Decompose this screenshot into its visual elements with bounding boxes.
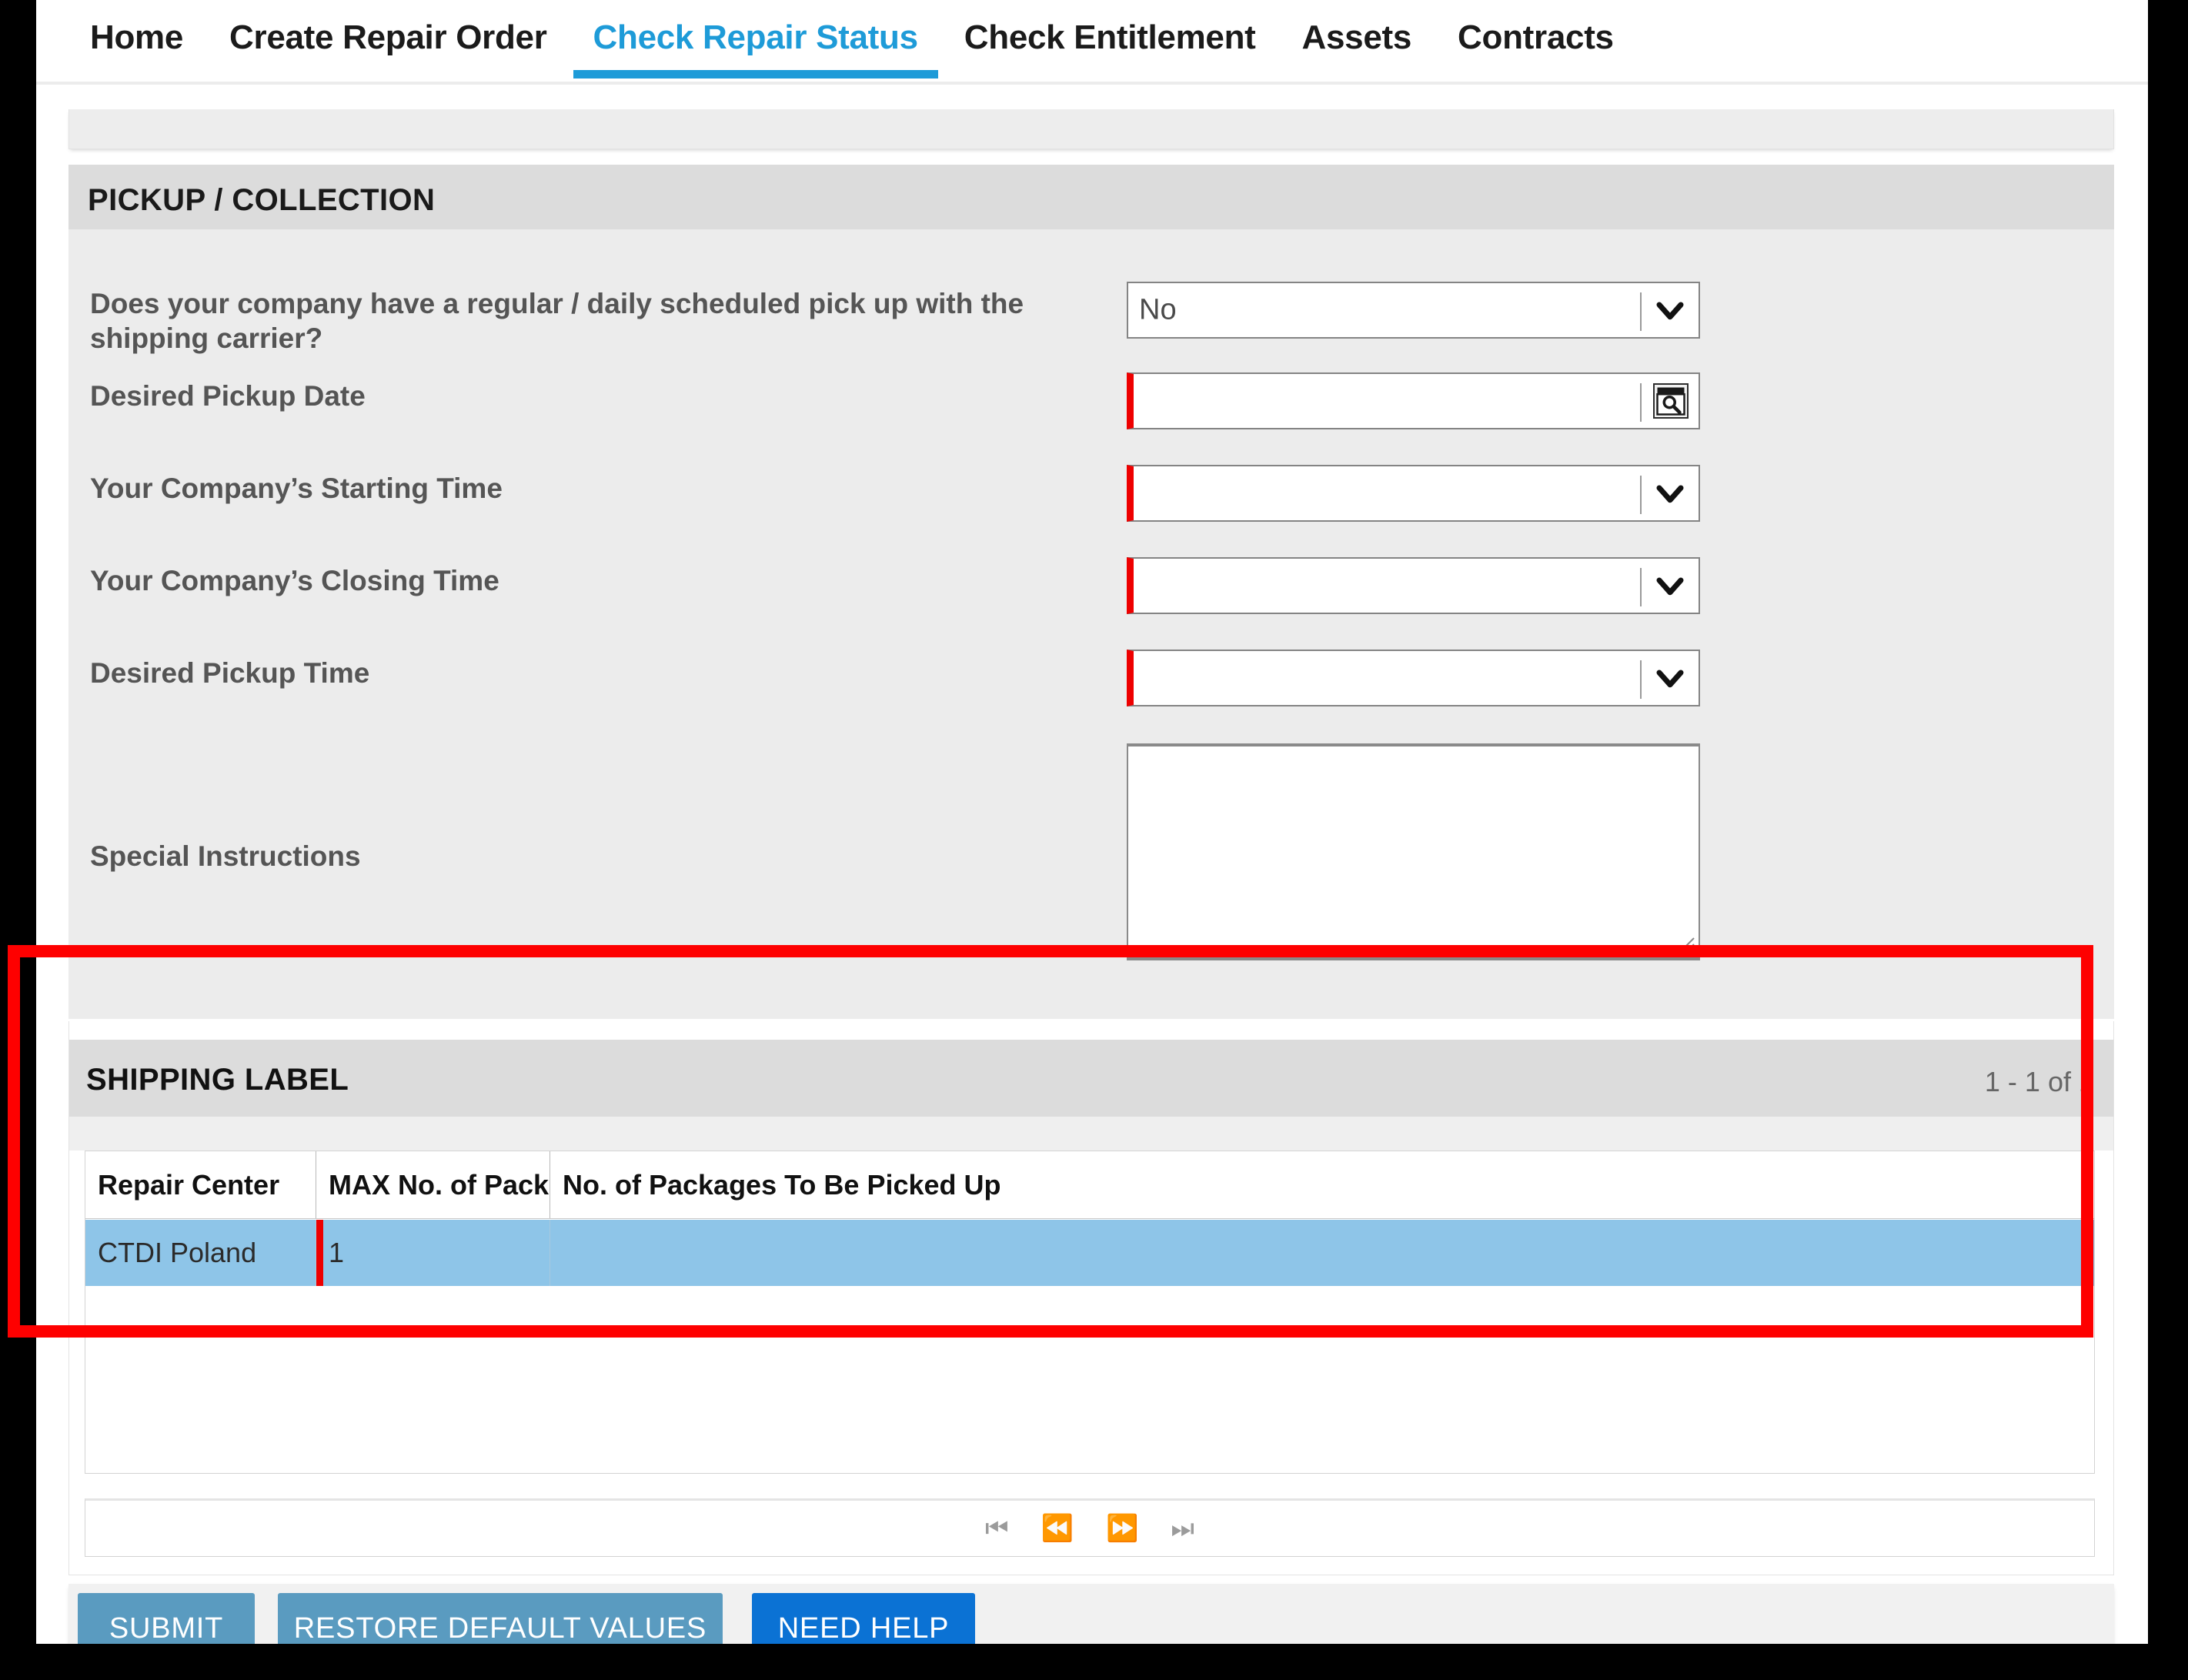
need-help-button[interactable]: NEED HELP (752, 1593, 975, 1644)
nav-tab-create-repair-order[interactable]: Create Repair Order (206, 0, 570, 85)
nav-tab-contracts[interactable]: Contracts (1435, 0, 1637, 85)
pagination-controls: ⏮ ⏪ ⏩ ⏭ (85, 1501, 2094, 1556)
table-footer: ⏮ ⏪ ⏩ ⏭ (85, 1498, 2095, 1557)
regular-pickup-value: No (1139, 293, 1177, 326)
restore-default-values-button[interactable]: RESTORE DEFAULT VALUES (278, 1593, 723, 1644)
column-header-max-no-of-packages[interactable]: MAX No. of Packag (316, 1151, 550, 1218)
field-closing-time (1127, 557, 1700, 614)
label-desired-pickup-date: Desired Pickup Date (90, 380, 366, 412)
select-divider (1640, 660, 1642, 699)
previous-panel-stub (68, 109, 2114, 149)
regular-pickup-select[interactable]: No (1127, 282, 1700, 339)
chevron-down-icon[interactable] (1654, 569, 1686, 602)
page-content: PICKUP / COLLECTION Does your company ha… (36, 88, 2148, 1644)
last-page-icon[interactable]: ⏭ (1171, 1515, 1194, 1541)
next-page-icon[interactable]: ⏩ (1106, 1515, 1138, 1541)
table-row[interactable]: CTDI Poland 1 (85, 1220, 2094, 1286)
shipping-label-panel: SHIPPING LABEL 1 - 1 of 1 Repair Center … (68, 1021, 2114, 1575)
starting-time-select[interactable] (1127, 465, 1700, 522)
special-instructions-textarea[interactable] (1127, 743, 1700, 960)
closing-time-select[interactable] (1127, 557, 1700, 614)
table-header-row: Repair Center MAX No. of Packag No. of P… (85, 1151, 2094, 1219)
label-desired-pickup-time: Desired Pickup Time (90, 657, 370, 689)
select-divider (1640, 292, 1642, 331)
shipping-label-table: Repair Center MAX No. of Packag No. of P… (85, 1151, 2095, 1474)
date-lookup-icon[interactable] (1653, 383, 1689, 419)
chevron-down-icon[interactable] (1654, 294, 1686, 326)
browser-page: Home Create Repair Order Check Repair St… (36, 0, 2148, 1644)
field-desired-pickup-date (1127, 372, 1700, 429)
nav-tab-home[interactable]: Home (67, 0, 206, 85)
label-starting-time: Your Company’s Starting Time (90, 473, 503, 504)
field-regular-pickup: No (1127, 282, 1700, 339)
shipping-label-toolbar (69, 1117, 2113, 1151)
nav-tab-assets[interactable]: Assets (1279, 0, 1435, 85)
desired-pickup-time-select[interactable] (1127, 650, 1700, 706)
field-desired-pickup-time (1127, 650, 1700, 706)
label-regular-pickup: Does your company have a regular / daily… (90, 288, 1024, 354)
chevron-down-icon[interactable] (1654, 477, 1686, 509)
submit-button[interactable]: SUBMIT (78, 1593, 255, 1644)
action-bar: SUBMIT RESTORE DEFAULT VALUES NEED HELP (68, 1584, 2114, 1644)
nav-tab-check-repair-status[interactable]: Check Repair Status (570, 0, 941, 85)
previous-page-icon[interactable]: ⏪ (1041, 1515, 1074, 1541)
pickup-collection-panel: PICKUP / COLLECTION Does your company ha… (68, 165, 2114, 1019)
desired-pickup-date-input[interactable] (1127, 372, 1700, 429)
chevron-down-icon[interactable] (1654, 662, 1686, 694)
label-special-instructions: Special Instructions (90, 840, 361, 872)
shipping-label-header: SHIPPING LABEL 1 - 1 of 1 (69, 1040, 2113, 1117)
cell-repair-center: CTDI Poland (85, 1220, 316, 1286)
pickup-collection-body: Does your company have a regular / daily… (68, 229, 2114, 1019)
label-closing-time: Your Company’s Closing Time (90, 565, 499, 596)
column-header-repair-center[interactable]: Repair Center (85, 1151, 316, 1218)
field-starting-time (1127, 465, 1700, 522)
select-divider (1640, 476, 1642, 514)
screen-frame: Home Create Repair Order Check Repair St… (0, 0, 2188, 1680)
input-divider (1640, 383, 1642, 422)
nav-tab-check-entitlement[interactable]: Check Entitlement (941, 0, 1279, 85)
cell-max-no-of-packages[interactable]: 1 (316, 1220, 550, 1286)
first-page-icon[interactable]: ⏮ (985, 1515, 1009, 1541)
shipping-label-record-count: 1 - 1 of 1 (1984, 1066, 2094, 1097)
shipping-label-title: SHIPPING LABEL (86, 1063, 349, 1097)
cell-no-of-packages-to-be-picked-up[interactable] (550, 1220, 2093, 1286)
nav-tab-list: Home Create Repair Order Check Repair St… (67, 0, 1637, 85)
field-special-instructions (1127, 743, 1700, 960)
main-navigation: Home Create Repair Order Check Repair St… (36, 0, 2148, 85)
column-header-no-of-packages-to-be-picked-up[interactable]: No. of Packages To Be Picked Up (550, 1151, 2093, 1218)
pickup-collection-title: PICKUP / COLLECTION (88, 183, 436, 217)
pickup-collection-header: PICKUP / COLLECTION (68, 165, 2114, 229)
select-divider (1640, 568, 1642, 606)
resize-grip-icon[interactable] (1677, 937, 1695, 955)
